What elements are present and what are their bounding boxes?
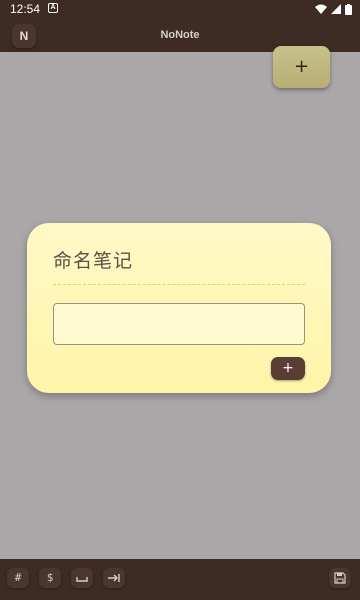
name-note-dialog: 命名笔记 + bbox=[27, 223, 331, 393]
space-icon bbox=[76, 577, 88, 582]
save-button[interactable] bbox=[329, 568, 351, 588]
dialog-divider bbox=[53, 284, 305, 285]
bottom-toolbar: # $ bbox=[0, 559, 360, 600]
dollar-icon: $ bbox=[46, 571, 54, 584]
app-title: NoNote bbox=[160, 29, 200, 41]
status-icons bbox=[315, 3, 352, 15]
dollar-button[interactable]: $ bbox=[39, 568, 61, 588]
tab-button[interactable] bbox=[103, 568, 125, 588]
tab-icon bbox=[108, 574, 120, 582]
status-bar: 12:54 A bbox=[0, 0, 360, 18]
dialog-title: 命名笔记 bbox=[53, 250, 134, 272]
notification-a-icon: A bbox=[48, 3, 58, 13]
add-note-button[interactable]: + bbox=[273, 46, 330, 88]
note-name-input[interactable] bbox=[53, 303, 305, 345]
hash-icon: # bbox=[14, 571, 22, 584]
signal-icon bbox=[331, 4, 341, 14]
wifi-icon bbox=[315, 4, 327, 14]
confirm-add-button[interactable]: + bbox=[271, 357, 305, 380]
space-button[interactable] bbox=[71, 568, 93, 588]
hash-button[interactable]: # bbox=[7, 568, 29, 588]
save-icon bbox=[334, 572, 346, 584]
battery-icon bbox=[345, 3, 352, 15]
status-time: 12:54 bbox=[10, 2, 41, 16]
